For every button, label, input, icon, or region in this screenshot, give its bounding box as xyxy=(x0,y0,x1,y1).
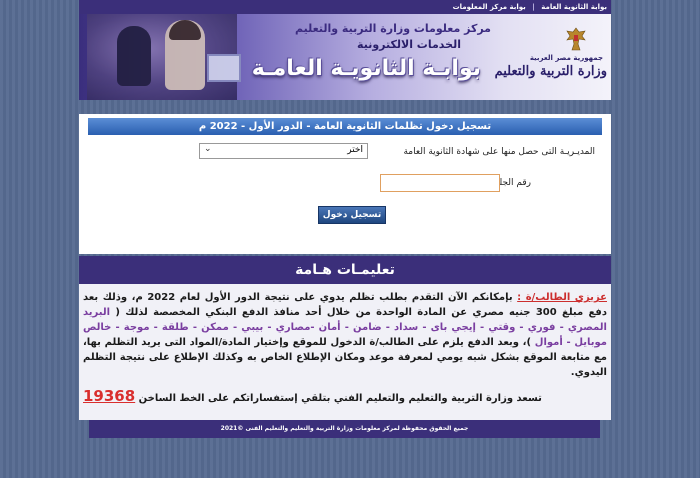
instructions-heading: تعليمـات هـامة xyxy=(79,256,611,284)
dear-student: عزيزي الطالب/ة : xyxy=(517,292,607,303)
ministry-country: جمهورية مصر العربية xyxy=(529,54,603,62)
login-button[interactable]: تسجيل دخول xyxy=(318,206,386,224)
top-nav: بوابة الثانوية العامة | بوابة مركز المعل… xyxy=(79,0,611,14)
ministry-logo-text: وزارة التربية والتعليم xyxy=(494,64,607,79)
login-panel-title: تسجيل دخول تظلمات الثانوية العامة - الدو… xyxy=(88,118,602,135)
nav-separator: | xyxy=(532,3,535,11)
instructions-box: عزيزي الطالب/ة : بإمكانكم الآن التقدم بط… xyxy=(79,284,611,420)
directorate-label: المديـريـة التى حصل منها على شهادة الثان… xyxy=(403,147,595,157)
hotline-text: تسعد وزارة التربية والتعليم والتعليم الف… xyxy=(138,393,542,404)
header-banner: مركز معلومات وزارة التربية والتعليم الخد… xyxy=(79,14,611,100)
banner-person-icon xyxy=(117,26,151,86)
chevron-down-icon: ⌄ xyxy=(204,144,212,154)
computer-screen-icon xyxy=(207,54,241,82)
banner-eservices: الخدمات الالكترونية xyxy=(357,38,461,51)
banner-center-name: مركز معلومات وزارة التربية والتعليم xyxy=(295,22,491,35)
directorate-selected-value: اختر xyxy=(347,145,363,155)
banner-photo xyxy=(87,14,241,100)
directorate-select[interactable]: اختر ⌄ xyxy=(199,143,368,159)
portal-title: بوابـة الثانويـة العامـة xyxy=(251,56,481,81)
login-panel: تسجيل دخول تظلمات الثانوية العامة - الدو… xyxy=(79,114,611,254)
hotline-number[interactable]: 19368 xyxy=(83,387,135,405)
hotline-line: تسعد وزارة التربية والتعليم والتعليم الف… xyxy=(83,389,607,406)
page-container: بوابة الثانوية العامة | بوابة مركز المعل… xyxy=(79,0,611,478)
nav-link-info-center[interactable]: بوابة مركز المعلومات xyxy=(449,3,530,11)
nav-link-thanaweya[interactable]: بوابة الثانوية العامة xyxy=(537,3,611,11)
banner-person-icon xyxy=(165,20,205,90)
footer-copyright: جميع الحقوق محفوظة لمركز معلومات وزارة ا… xyxy=(89,420,600,438)
eagle-emblem-icon xyxy=(566,27,586,51)
seat-number-input[interactable] xyxy=(380,174,500,192)
instructions-text-2: )، وبعد الدفع يلزم على الطالب/ة الدخول ل… xyxy=(83,337,607,378)
